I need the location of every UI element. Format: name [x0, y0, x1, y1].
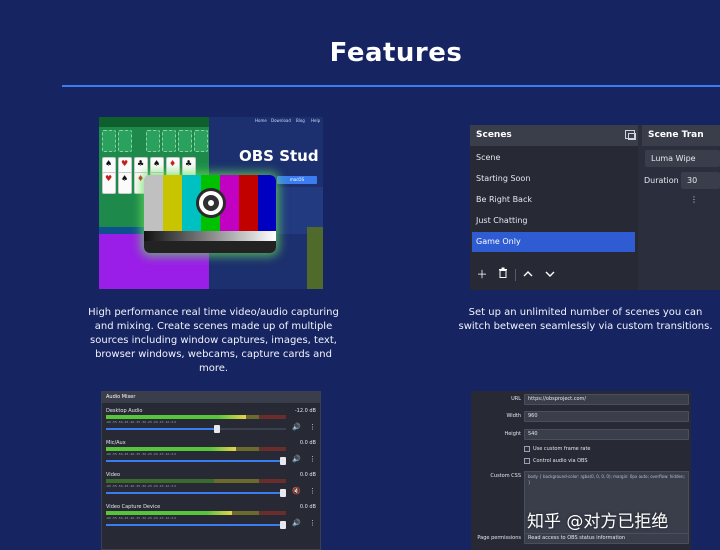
- transition-select[interactable]: Luma Wipe: [645, 150, 720, 167]
- volume-slider[interactable]: [106, 457, 286, 465]
- scenes-dock-screenshot: Scenes Scene Starting Soon Be Right Back…: [470, 125, 720, 290]
- level-meter: [106, 479, 286, 483]
- channel-menu-icon[interactable]: ⋮: [309, 487, 316, 495]
- playing-card: ♥: [102, 172, 116, 194]
- level-meter-fill: [106, 447, 236, 451]
- card-slot: [162, 130, 176, 152]
- capture-description: High performance real time video/audio c…: [88, 307, 339, 374]
- height-label: Height: [504, 431, 521, 437]
- channel-db: 0.0 dB: [299, 440, 316, 446]
- scenes-dock: Scenes Scene Starting Soon Be Right Back…: [470, 125, 638, 290]
- card-slot: [118, 130, 132, 152]
- macos-download-button: macOS: [277, 176, 317, 184]
- playing-card: ♠: [118, 172, 132, 194]
- custom-fps-checkbox[interactable]: [524, 446, 530, 452]
- capture-collage-image: ♠ ♥ ♣ ♠ ♦ ♣ ♥ ♠ ♦ ♣ Home Download Blog H…: [99, 117, 323, 289]
- page-title: Features: [329, 38, 463, 68]
- speaker-icon[interactable]: 🔊: [292, 519, 301, 527]
- scene-item[interactable]: Be Right Back: [472, 190, 635, 210]
- popout-icon[interactable]: [625, 130, 636, 140]
- volume-slider-fill: [106, 460, 286, 462]
- channel-name: Mic/Aux: [106, 440, 126, 446]
- volume-slider[interactable]: [106, 489, 286, 497]
- nav-download: Download: [271, 118, 291, 123]
- scene-transitions-dock: Scene Tran Luma Wipe Duration 30 ⋮: [642, 125, 720, 290]
- nav-home: Home: [255, 118, 267, 123]
- url-input[interactable]: https://obsproject.com/: [524, 394, 689, 405]
- channel-name: Video: [106, 472, 121, 478]
- level-meter: [106, 415, 286, 419]
- volume-slider-handle[interactable]: [280, 457, 286, 465]
- add-icon[interactable]: ＋: [474, 267, 490, 283]
- trash-icon[interactable]: [495, 267, 511, 283]
- width-label: Width: [506, 413, 521, 419]
- audio-mixer-screenshot: Audio Mixer Desktop Audio -12.0 dB -60 -55…: [101, 391, 321, 550]
- obs-logo-icon: [196, 188, 226, 218]
- garden-photo-source: [307, 227, 323, 289]
- obs-brand-title: OBS Stud: [239, 147, 319, 165]
- scene-item[interactable]: Starting Soon: [472, 169, 635, 189]
- card-slot: [178, 130, 192, 152]
- card-slot: [194, 130, 208, 152]
- card-slot: [102, 130, 116, 152]
- transitions-header: Scene Tran: [642, 125, 720, 146]
- channel-db: -12.0 dB: [294, 408, 316, 414]
- transition-props-icon[interactable]: ⋮: [690, 195, 698, 204]
- speaker-icon[interactable]: 🔊: [292, 423, 301, 431]
- level-meter: [106, 511, 286, 515]
- level-meter-fill: [106, 511, 232, 515]
- scenes-description: Set up an unlimited number of scenes you…: [458, 307, 713, 332]
- arrow-down-icon[interactable]: [542, 267, 558, 283]
- audio-mixer-header: Audio Mixer: [102, 392, 320, 403]
- channel-db: 0.0 dB: [299, 472, 316, 478]
- volume-slider[interactable]: [106, 521, 286, 529]
- volume-slider-fill: [106, 492, 286, 494]
- custom-fps-label: Use custom frame rate: [533, 446, 591, 452]
- level-meter: [106, 447, 286, 451]
- speaker-icon[interactable]: 🔊: [292, 455, 301, 463]
- channel-name: Desktop Audio: [106, 408, 143, 414]
- duration-label: Duration: [644, 176, 679, 185]
- width-input[interactable]: 960: [524, 411, 689, 422]
- scenes-header: Scenes: [470, 125, 638, 146]
- channel-menu-icon[interactable]: ⋮: [309, 455, 316, 463]
- channel-menu-icon[interactable]: ⋮: [309, 423, 316, 431]
- meter-ticks: -60 -55 -50 -45 -40 -35 -30 -25 -20 -15 …: [106, 452, 177, 456]
- scenes-toolbar: ＋: [470, 263, 638, 287]
- meter-ticks: -60 -55 -50 -45 -40 -35 -30 -25 -20 -15 …: [106, 420, 177, 424]
- color-bars-source: [144, 175, 276, 253]
- meter-ticks: -60 -55 -50 -45 -40 -35 -30 -25 -20 -15 …: [106, 516, 177, 520]
- control-audio-label: Control audio via OBS: [533, 458, 588, 464]
- muted-speaker-icon[interactable]: 🔇: [292, 487, 301, 495]
- volume-slider-handle[interactable]: [280, 521, 286, 529]
- scene-item-active[interactable]: Game Only: [472, 232, 635, 252]
- custom-css-label: Custom CSS: [490, 473, 521, 479]
- channel-menu-icon[interactable]: ⋮: [309, 519, 316, 527]
- height-input[interactable]: 540: [524, 429, 689, 440]
- control-audio-checkbox[interactable]: [524, 458, 530, 464]
- volume-slider-handle[interactable]: [280, 489, 286, 497]
- toolbar-divider: [515, 269, 516, 281]
- channel-name: Video Capture Device: [106, 504, 161, 510]
- url-label: URL: [511, 396, 521, 402]
- channel-db: 0.0 dB: [299, 504, 316, 510]
- volume-slider[interactable]: [106, 425, 286, 433]
- scene-item[interactable]: Just Chatting: [472, 211, 635, 231]
- level-meter-fill: [106, 415, 247, 419]
- title-underline: [62, 85, 720, 87]
- duration-input[interactable]: 30: [681, 172, 720, 189]
- nav-help: Help: [311, 118, 321, 123]
- nav-blog: Blog: [296, 118, 305, 123]
- scene-item[interactable]: Scene: [472, 148, 635, 168]
- solitaire-toolbar: [99, 117, 209, 127]
- card-slot: [146, 130, 160, 152]
- volume-slider-fill: [106, 524, 286, 526]
- page-permissions-label: Page permissions: [477, 535, 521, 541]
- watermark: 知乎 @对方已拒绝: [527, 512, 669, 532]
- volume-slider-fill: [106, 428, 218, 430]
- arrow-up-icon[interactable]: [520, 267, 536, 283]
- page-permissions-select[interactable]: Read access to OBS status information: [524, 533, 689, 544]
- volume-slider-handle[interactable]: [213, 425, 220, 433]
- meter-ticks: -60 -55 -50 -45 -40 -35 -30 -25 -20 -15 …: [106, 484, 177, 488]
